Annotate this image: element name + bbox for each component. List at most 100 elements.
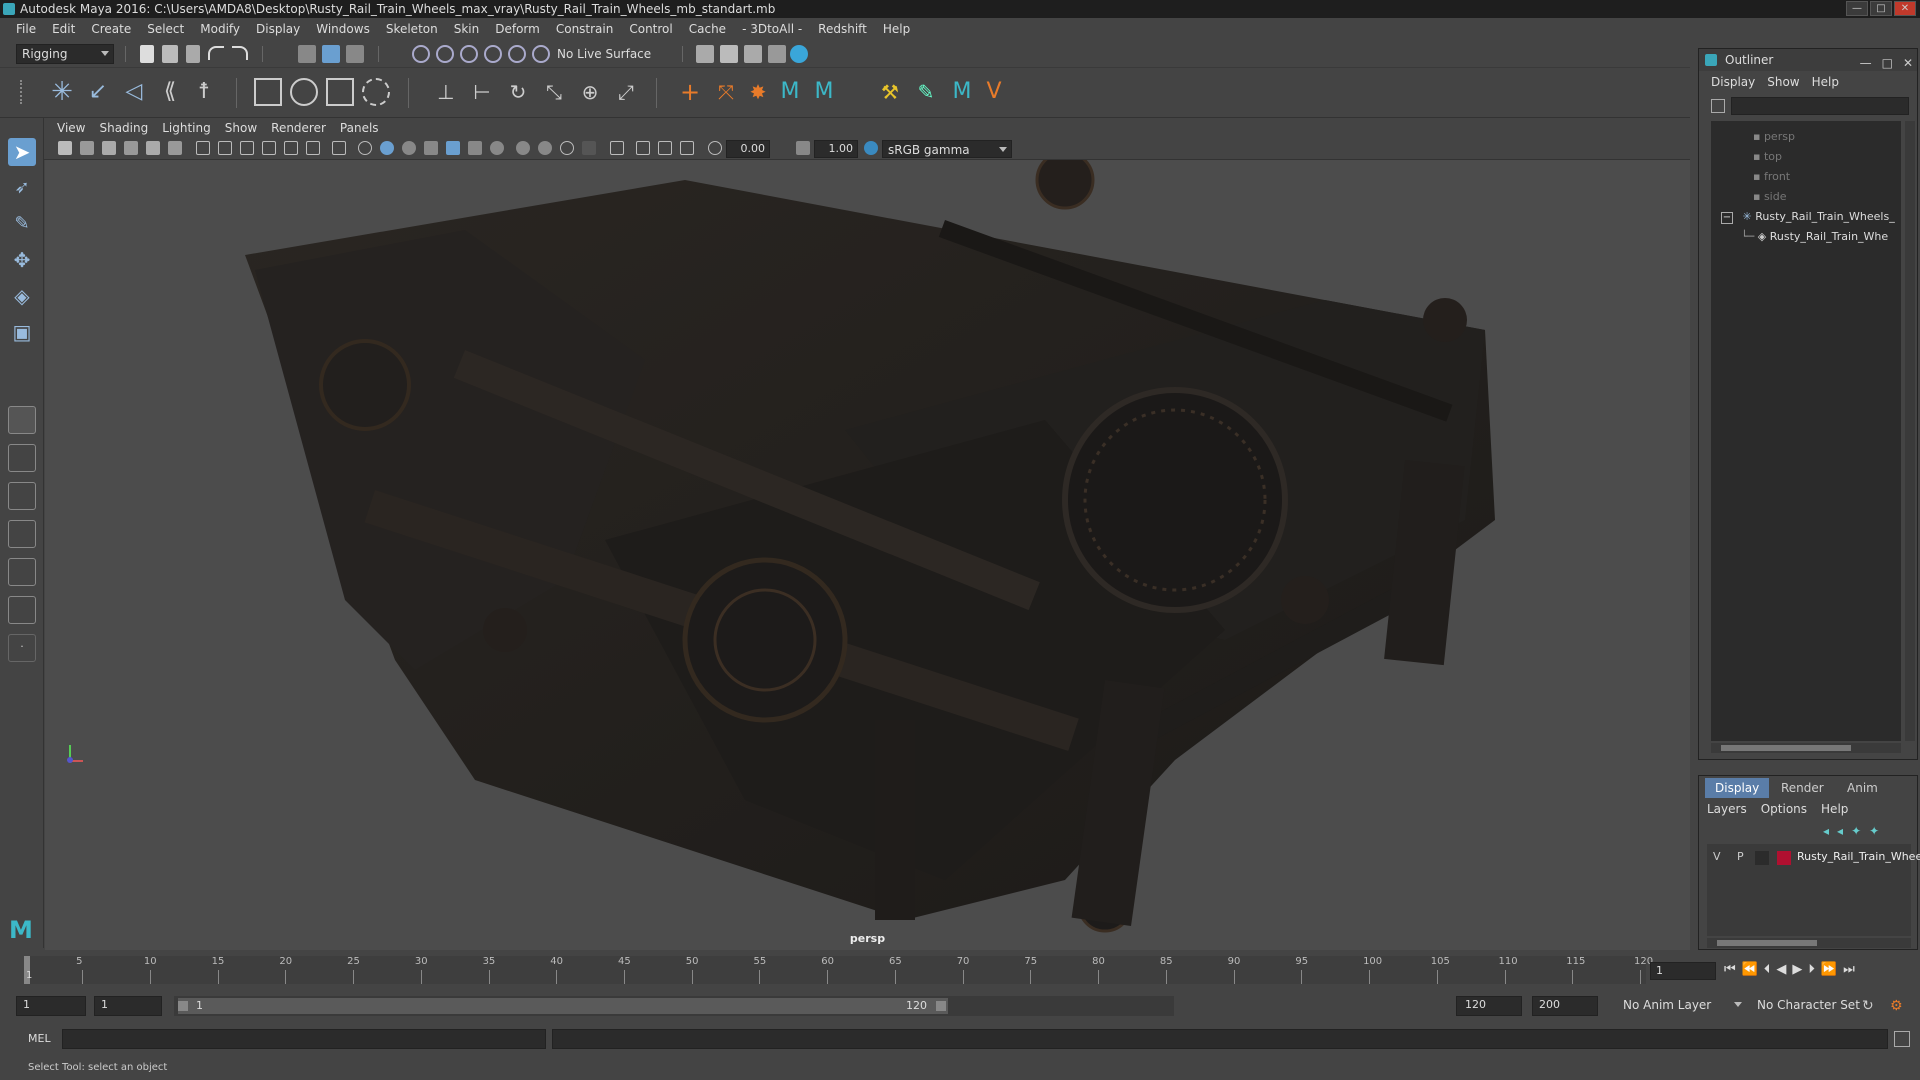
menu-file[interactable]: File <box>8 18 44 40</box>
new-scene-icon[interactable] <box>140 45 154 63</box>
gate-mask-icon[interactable] <box>262 141 276 155</box>
outliner-item-persp[interactable]: ▪ persp <box>1753 127 1795 147</box>
panel-menu-show[interactable]: Show <box>218 118 264 138</box>
scale-tool-icon[interactable]: ▣ <box>8 318 36 346</box>
anim-layer-dropdown[interactable]: No Anim Layer <box>1618 996 1746 1016</box>
layer-visibility-toggle[interactable]: V <box>1713 850 1721 863</box>
menu-deform[interactable]: Deform <box>487 18 548 40</box>
smooth-shade-icon[interactable] <box>380 141 394 155</box>
move-layer-down-icon[interactable]: ◂ <box>1837 824 1843 838</box>
snap-to-point-icon[interactable] <box>460 45 478 63</box>
use-all-lights-icon[interactable] <box>468 141 482 155</box>
move-tool-icon[interactable]: ✥ <box>8 246 36 274</box>
camera-attributes-icon[interactable] <box>80 141 94 155</box>
snap-to-curve-icon[interactable] <box>436 45 454 63</box>
grid-icon[interactable] <box>196 141 210 155</box>
exposure-icon[interactable] <box>708 141 722 155</box>
v-tool-icon[interactable]: V <box>980 78 1008 106</box>
anim-end-field[interactable]: 200 <box>1532 996 1598 1016</box>
snap-to-grid-icon[interactable] <box>412 45 430 63</box>
move-layer-up-icon[interactable]: ◂ <box>1823 824 1829 838</box>
tab-render[interactable]: Render <box>1771 778 1834 798</box>
outliner-item-top[interactable]: ▪ top <box>1753 147 1782 167</box>
menu-display[interactable]: Display <box>248 18 308 40</box>
panel-menu-lighting[interactable]: Lighting <box>155 118 218 138</box>
range-bar[interactable] <box>178 998 948 1014</box>
select-by-hierarchy-icon[interactable] <box>298 45 316 63</box>
maya-logo-shelf-icon-2[interactable]: M <box>810 78 838 106</box>
color-management-icon[interactable] <box>864 141 878 155</box>
point-constraint-icon[interactable]: ⊢ <box>468 78 496 106</box>
outliner-minimize-icon[interactable]: — <box>1860 52 1872 74</box>
safe-action-icon[interactable] <box>306 141 320 155</box>
menu-cache[interactable]: Cache <box>681 18 734 40</box>
tab-display[interactable]: Display <box>1705 778 1770 798</box>
mel-label[interactable]: MEL <box>28 1032 51 1045</box>
layer-row[interactable]: V P Rusty_Rail_Train_Whee <box>1707 848 1920 868</box>
layer-horizontal-scrollbar[interactable] <box>1707 938 1911 948</box>
collapse-icon[interactable]: − <box>1721 212 1733 224</box>
field-chart-icon[interactable] <box>284 141 298 155</box>
menu-help[interactable]: Help <box>875 18 918 40</box>
range-start-handle[interactable] <box>178 1001 188 1011</box>
shelf-handle[interactable] <box>20 80 26 104</box>
outliner-maximize-icon[interactable]: □ <box>1882 52 1893 74</box>
orient-constraint-icon[interactable]: ↻ <box>504 78 532 106</box>
outliner-menu-display[interactable]: Display <box>1705 71 1761 93</box>
time-slider[interactable]: 1 5 10 15 20 25 30 35 40 45 50 55 60 65 70 75 80 85 90 95 1… <box>0 950 1920 990</box>
exposure-field[interactable]: 0.00 <box>726 140 770 158</box>
outliner-item-mesh[interactable]: └─ ◈ Rusty_Rail_Train_Whe <box>1741 227 1888 247</box>
snap-to-view-plane-icon[interactable] <box>484 45 502 63</box>
playback-start-field[interactable]: 1 <box>94 996 162 1016</box>
motion-blur-icon[interactable] <box>538 141 552 155</box>
wireframe-icon[interactable] <box>358 141 372 155</box>
menu-edit[interactable]: Edit <box>44 18 83 40</box>
range-end-handle[interactable] <box>936 1001 946 1011</box>
anim-start-field[interactable]: 1 <box>16 996 86 1016</box>
tab-anim[interactable]: Anim <box>1837 778 1888 798</box>
redo-icon[interactable] <box>232 46 248 60</box>
layer-menu-options[interactable]: Options <box>1761 802 1807 816</box>
ik-spline-icon[interactable]: ◁ <box>120 78 148 106</box>
mel-input[interactable] <box>62 1029 546 1049</box>
auto-key-icon[interactable]: ↻ <box>1862 998 1874 1014</box>
menu-windows[interactable]: Windows <box>308 18 378 40</box>
menu-constrain[interactable]: Constrain <box>548 18 622 40</box>
screen-space-ao-icon[interactable] <box>516 141 530 155</box>
outliner-menu-help[interactable]: Help <box>1806 71 1845 93</box>
ipr-render-icon[interactable] <box>744 45 762 63</box>
panel-menu-shading[interactable]: Shading <box>92 118 155 138</box>
outliner-close-icon[interactable]: ✕ <box>1903 52 1913 74</box>
menu-select[interactable]: Select <box>139 18 192 40</box>
xray-joints-icon[interactable] <box>658 141 672 155</box>
paint-weights-icon[interactable] <box>290 78 318 106</box>
character-icon[interactable]: ✸ <box>744 78 772 106</box>
paint-select-icon[interactable]: ✎ <box>8 210 36 238</box>
go-to-end-icon[interactable]: ⏭ <box>1843 962 1855 977</box>
panel-menu-renderer[interactable]: Renderer <box>264 118 333 138</box>
layer-display-type[interactable] <box>1755 851 1769 865</box>
hypershade-icon[interactable] <box>790 45 808 63</box>
minimize-button[interactable]: — <box>1846 1 1868 16</box>
menu-3dtoall[interactable]: - 3DtoAll - <box>734 18 810 40</box>
maya-logo-shelf-icon-1[interactable]: M <box>776 78 804 106</box>
film-gate-icon[interactable] <box>218 141 232 155</box>
image-plane-icon[interactable] <box>124 141 138 155</box>
depth-of-field-icon[interactable] <box>582 141 596 155</box>
persp-graph-layout-icon[interactable] <box>8 520 36 548</box>
render-view-icon[interactable] <box>768 45 786 63</box>
aim-constraint-icon[interactable]: ⊕ <box>576 78 604 106</box>
select-tool-icon[interactable]: ➤ <box>8 138 36 166</box>
menuset-dropdown[interactable]: Rigging <box>16 44 114 64</box>
hammer-icon[interactable]: ⚒ <box>876 78 904 106</box>
paint-tool-icon[interactable]: ✎ <box>912 78 940 106</box>
play-forward-icon[interactable]: ▶ <box>1792 962 1802 977</box>
menu-control[interactable]: Control <box>621 18 680 40</box>
rotate-tool-icon[interactable]: ◈ <box>8 282 36 310</box>
open-scene-icon[interactable] <box>162 45 178 63</box>
range-track[interactable]: 1 120 <box>174 996 1174 1016</box>
bind-skin-icon[interactable] <box>254 78 282 106</box>
ik-handle-icon[interactable]: ↙ <box>84 78 112 106</box>
close-button[interactable]: ✕ <box>1894 1 1916 16</box>
current-frame-field[interactable]: 1 <box>1650 962 1716 980</box>
